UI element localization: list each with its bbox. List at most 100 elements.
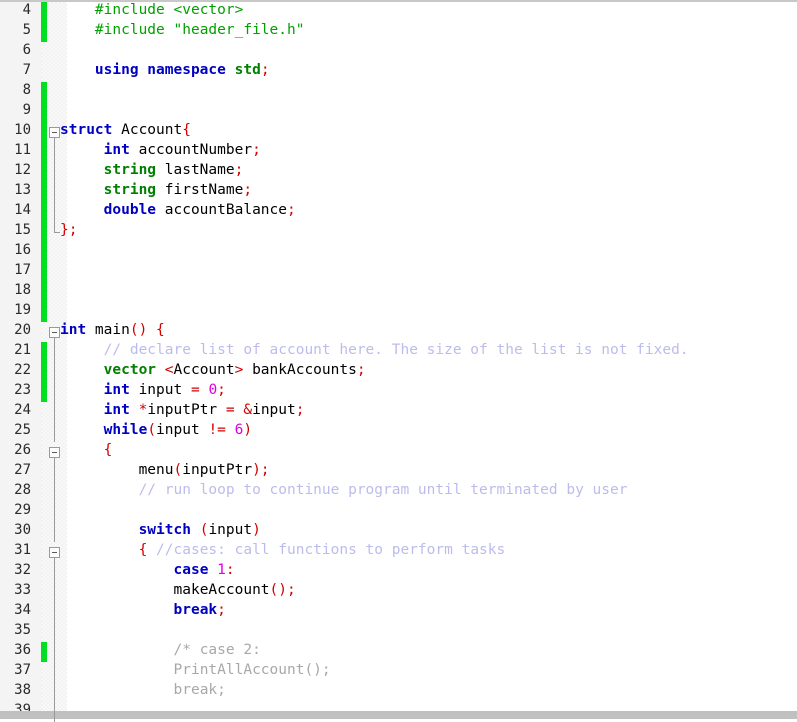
code-token: input bbox=[138, 382, 191, 398]
line-number: 15 bbox=[14, 222, 31, 238]
code-token: firstName bbox=[164, 182, 244, 198]
code-line[interactable]: 9 bbox=[0, 100, 797, 120]
code-token: Account bbox=[121, 122, 183, 138]
code-line[interactable]: 19 bbox=[0, 300, 797, 320]
code-line[interactable]: 14 double accountBalance; bbox=[0, 200, 797, 220]
code-line-text[interactable]: // declare list of account here. The siz… bbox=[60, 340, 689, 360]
code-line-text[interactable]: #include "header_file.h" bbox=[60, 20, 305, 40]
code-line[interactable]: 17 bbox=[0, 260, 797, 280]
code-line-text[interactable]: break; bbox=[60, 680, 226, 700]
code-line-text[interactable]: while(input != 6) bbox=[60, 420, 252, 440]
code-token: & bbox=[243, 402, 253, 418]
line-number: 14 bbox=[14, 202, 31, 218]
code-token: ; bbox=[217, 382, 226, 398]
code-line[interactable]: 16 bbox=[0, 240, 797, 260]
code-line-text[interactable]: int accountNumber; bbox=[60, 140, 261, 160]
code-line[interactable]: 6 bbox=[0, 40, 797, 60]
line-number: 26 bbox=[14, 442, 31, 458]
code-line-text[interactable]: using namespace std; bbox=[60, 60, 270, 80]
code-token: ; bbox=[252, 142, 261, 158]
code-token: double bbox=[103, 202, 165, 218]
code-line-text[interactable]: /* case 2: bbox=[60, 640, 261, 660]
code-token: (); bbox=[269, 582, 296, 598]
code-line-text[interactable]: { //cases: call functions to perform tas… bbox=[60, 540, 506, 560]
code-line-text[interactable]: { bbox=[60, 440, 113, 460]
code-line-text[interactable]: switch (input) bbox=[60, 520, 261, 540]
code-line-text[interactable]: PrintAllAccount(); bbox=[60, 660, 331, 680]
code-token: ) bbox=[243, 422, 253, 438]
code-line[interactable]: 29 bbox=[0, 500, 797, 520]
fold-collapse-icon[interactable] bbox=[49, 327, 60, 338]
code-line-text[interactable]: double accountBalance; bbox=[60, 200, 296, 220]
code-line-text[interactable]: break; bbox=[60, 600, 226, 620]
code-line[interactable]: 11 int accountNumber; bbox=[0, 140, 797, 160]
code-line[interactable]: 15}; bbox=[0, 220, 797, 240]
code-token: makeAccount bbox=[173, 582, 270, 598]
line-number: 36 bbox=[14, 642, 31, 658]
code-line[interactable]: 4 #include <vector> bbox=[0, 0, 797, 20]
fold-collapse-icon[interactable] bbox=[49, 547, 60, 558]
fold-region-end-marker bbox=[54, 232, 60, 233]
code-line-text[interactable]: int main() { bbox=[60, 320, 165, 340]
code-line-text[interactable]: menu(inputPtr); bbox=[60, 460, 270, 480]
fold-collapse-icon[interactable] bbox=[49, 447, 60, 458]
change-indicator-bar bbox=[41, 122, 47, 142]
code-line[interactable]: 25 while(input != 6) bbox=[0, 420, 797, 440]
change-indicator-bar bbox=[41, 162, 47, 182]
fold-guide-line bbox=[54, 642, 55, 662]
code-line[interactable]: 34 break; bbox=[0, 600, 797, 620]
line-number: 28 bbox=[14, 482, 31, 498]
code-line-text[interactable]: }; bbox=[60, 220, 77, 240]
code-token: while bbox=[103, 422, 148, 438]
code-line[interactable]: 30 switch (input) bbox=[0, 520, 797, 540]
code-token: main bbox=[94, 322, 130, 338]
change-indicator-bar bbox=[41, 282, 47, 302]
code-line[interactable]: 22 vector <Account> bankAccounts; bbox=[0, 360, 797, 380]
code-line[interactable]: 26 { bbox=[0, 440, 797, 460]
code-line[interactable]: 18 bbox=[0, 280, 797, 300]
code-line[interactable]: 38 break; bbox=[0, 680, 797, 700]
code-line[interactable]: 8 bbox=[0, 80, 797, 100]
code-line-text[interactable]: makeAccount(); bbox=[60, 580, 296, 600]
code-line[interactable]: 10 struct Account{ bbox=[0, 120, 797, 140]
code-line-text[interactable]: case 1: bbox=[60, 560, 235, 580]
code-token: ); bbox=[252, 462, 270, 478]
code-line[interactable]: 12 string lastName; bbox=[0, 160, 797, 180]
code-line-text[interactable]: struct Account{ bbox=[60, 120, 191, 140]
change-indicator-bar bbox=[41, 302, 47, 322]
code-line[interactable]: 36 /* case 2: bbox=[0, 640, 797, 660]
code-line-text[interactable]: string firstName; bbox=[60, 180, 252, 200]
code-token: #include bbox=[94, 2, 174, 18]
code-line[interactable]: 37 PrintAllAccount(); bbox=[0, 660, 797, 680]
code-line[interactable]: 32 case 1: bbox=[0, 560, 797, 580]
code-line-text[interactable]: #include <vector> bbox=[60, 0, 243, 20]
code-token: //cases: call functions to perform tasks bbox=[147, 542, 506, 558]
code-line[interactable]: 24 int *inputPtr = &input; bbox=[0, 400, 797, 420]
code-line[interactable]: 13 string firstName; bbox=[0, 180, 797, 200]
code-line[interactable]: 35 bbox=[0, 620, 797, 640]
code-line[interactable]: 28 // run loop to continue program until… bbox=[0, 480, 797, 500]
code-token: < bbox=[164, 362, 174, 378]
code-line-text[interactable]: int input = 0; bbox=[60, 380, 226, 400]
code-line[interactable]: 33 makeAccount(); bbox=[0, 580, 797, 600]
code-line[interactable]: 20 int main() { bbox=[0, 320, 797, 340]
code-line-text[interactable]: string lastName; bbox=[60, 160, 244, 180]
code-line-text[interactable]: // run loop to continue program until te… bbox=[60, 480, 628, 500]
code-line[interactable]: 7 using namespace std; bbox=[0, 60, 797, 80]
code-line-text[interactable]: int *inputPtr = &input; bbox=[60, 400, 305, 420]
code-line[interactable]: 27 menu(inputPtr); bbox=[0, 460, 797, 480]
horizontal-scrollbar-track[interactable] bbox=[0, 711, 797, 719]
code-line[interactable]: 23 int input = 0; bbox=[0, 380, 797, 400]
change-indicator-bar bbox=[41, 22, 47, 42]
fold-collapse-icon[interactable] bbox=[49, 127, 60, 138]
code-editor[interactable]: 4 #include <vector> 5 #include "header_fi… bbox=[0, 0, 797, 722]
code-line-text[interactable]: vector <Account> bankAccounts; bbox=[60, 360, 366, 380]
change-indicator-bar bbox=[41, 182, 47, 202]
code-line[interactable]: 5 #include "header_file.h" bbox=[0, 20, 797, 40]
code-token: bankAccounts bbox=[243, 362, 357, 378]
code-line[interactable]: 31 { //cases: call functions to perform … bbox=[0, 540, 797, 560]
code-line[interactable]: 21 // declare list of account here. The … bbox=[0, 340, 797, 360]
